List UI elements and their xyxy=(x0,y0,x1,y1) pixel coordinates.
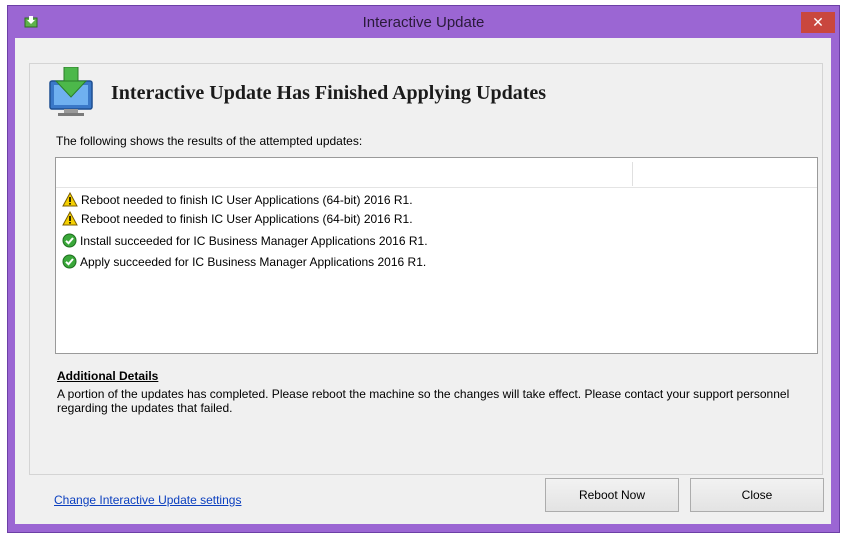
reboot-now-button[interactable]: Reboot Now xyxy=(545,478,679,512)
warning-icon xyxy=(62,192,78,207)
result-text: Apply succeeded for IC Business Manager … xyxy=(80,254,427,269)
result-text: Reboot needed to finish IC User Applicat… xyxy=(81,211,413,226)
list-item[interactable]: Install succeeded for IC Business Manage… xyxy=(62,232,428,249)
list-item[interactable]: Apply succeeded for IC Business Manager … xyxy=(62,253,426,270)
change-settings-link[interactable]: Change Interactive Update settings xyxy=(54,493,241,507)
page-title: Interactive Update Has Finished Applying… xyxy=(111,82,547,104)
close-button[interactable]: Close xyxy=(690,478,824,512)
title-bar[interactable]: Interactive Update ✕ xyxy=(8,6,839,38)
list-item[interactable]: Reboot needed to finish IC User Applicat… xyxy=(62,210,413,227)
additional-details-heading: Additional Details xyxy=(57,369,159,383)
close-window-button[interactable]: ✕ xyxy=(801,12,835,33)
monitor-download-icon xyxy=(49,67,93,116)
column-separator[interactable] xyxy=(632,162,633,186)
warning-icon xyxy=(62,211,78,226)
check-circle-icon xyxy=(62,233,77,248)
results-list-header xyxy=(56,158,817,188)
intro-text: The following shows the results of the a… xyxy=(56,134,363,148)
results-list[interactable]: Reboot needed to finish IC User Applicat… xyxy=(55,157,818,354)
list-item[interactable]: Reboot needed to finish IC User Applicat… xyxy=(62,191,413,208)
additional-details-text: A portion of the updates has completed. … xyxy=(57,387,790,415)
result-text: Reboot needed to finish IC User Applicat… xyxy=(81,192,413,207)
check-circle-icon xyxy=(62,254,77,269)
result-text: Install succeeded for IC Business Manage… xyxy=(80,233,428,248)
window-title: Interactive Update xyxy=(362,14,485,31)
